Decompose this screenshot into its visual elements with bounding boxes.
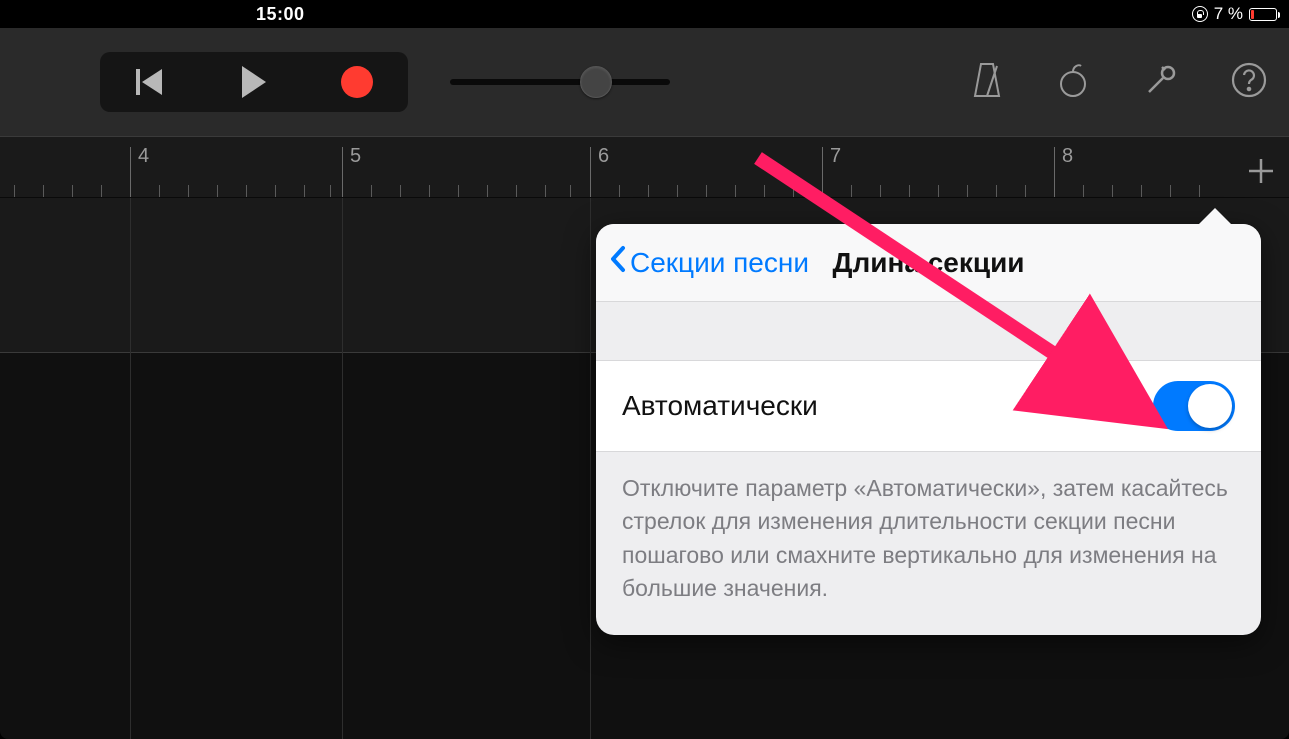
auto-row: Автоматически	[596, 360, 1261, 452]
scrubber-track	[450, 79, 670, 85]
popover-title: Длина секции	[832, 247, 1024, 279]
ruler-number: 8	[1062, 145, 1073, 168]
ruler-ticks	[0, 167, 1289, 197]
auto-label: Автоматически	[622, 390, 818, 422]
record-button[interactable]	[305, 52, 408, 112]
scrubber[interactable]	[450, 72, 670, 92]
add-section-button[interactable]	[1241, 151, 1281, 191]
timeline-ruler[interactable]: 4 5 6 7 8	[0, 136, 1289, 198]
toolbar	[0, 28, 1289, 136]
back-label: Секции песни	[630, 247, 809, 279]
toggle-knob	[1188, 384, 1232, 428]
status-right: 7 %	[1192, 4, 1277, 24]
section-length-popover: Секции песни Длина секции Автоматически …	[596, 224, 1261, 635]
play-icon	[242, 66, 266, 98]
record-icon	[341, 66, 373, 98]
auto-toggle[interactable]	[1153, 381, 1235, 431]
rewind-button[interactable]	[100, 52, 203, 112]
settings-icon[interactable]	[1141, 60, 1181, 105]
status-time: 15:00	[256, 4, 305, 25]
play-button[interactable]	[203, 52, 306, 112]
ruler-number: 6	[598, 145, 609, 168]
transport-controls	[100, 52, 408, 112]
ruler-number: 5	[350, 145, 361, 168]
popover-header: Секции песни Длина секции	[596, 224, 1261, 302]
metronome-icon[interactable]	[969, 60, 1005, 105]
skip-back-icon	[136, 67, 166, 97]
battery-percent: 7 %	[1214, 4, 1243, 24]
status-bar: 15:00 7 %	[0, 0, 1289, 28]
scrubber-knob[interactable]	[580, 66, 612, 98]
ruler-number: 4	[138, 145, 149, 168]
loop-icon[interactable]	[1053, 60, 1093, 105]
battery-icon	[1249, 8, 1277, 21]
orientation-lock-icon	[1192, 6, 1208, 22]
chevron-left-icon	[608, 244, 628, 281]
back-button[interactable]: Секции песни	[604, 244, 809, 281]
help-icon[interactable]	[1229, 60, 1269, 105]
ruler-number: 7	[830, 145, 841, 168]
popover-description: Отключите параметр «Автоматически», зате…	[596, 452, 1261, 635]
app-frame: 15:00 7 %	[0, 0, 1289, 739]
